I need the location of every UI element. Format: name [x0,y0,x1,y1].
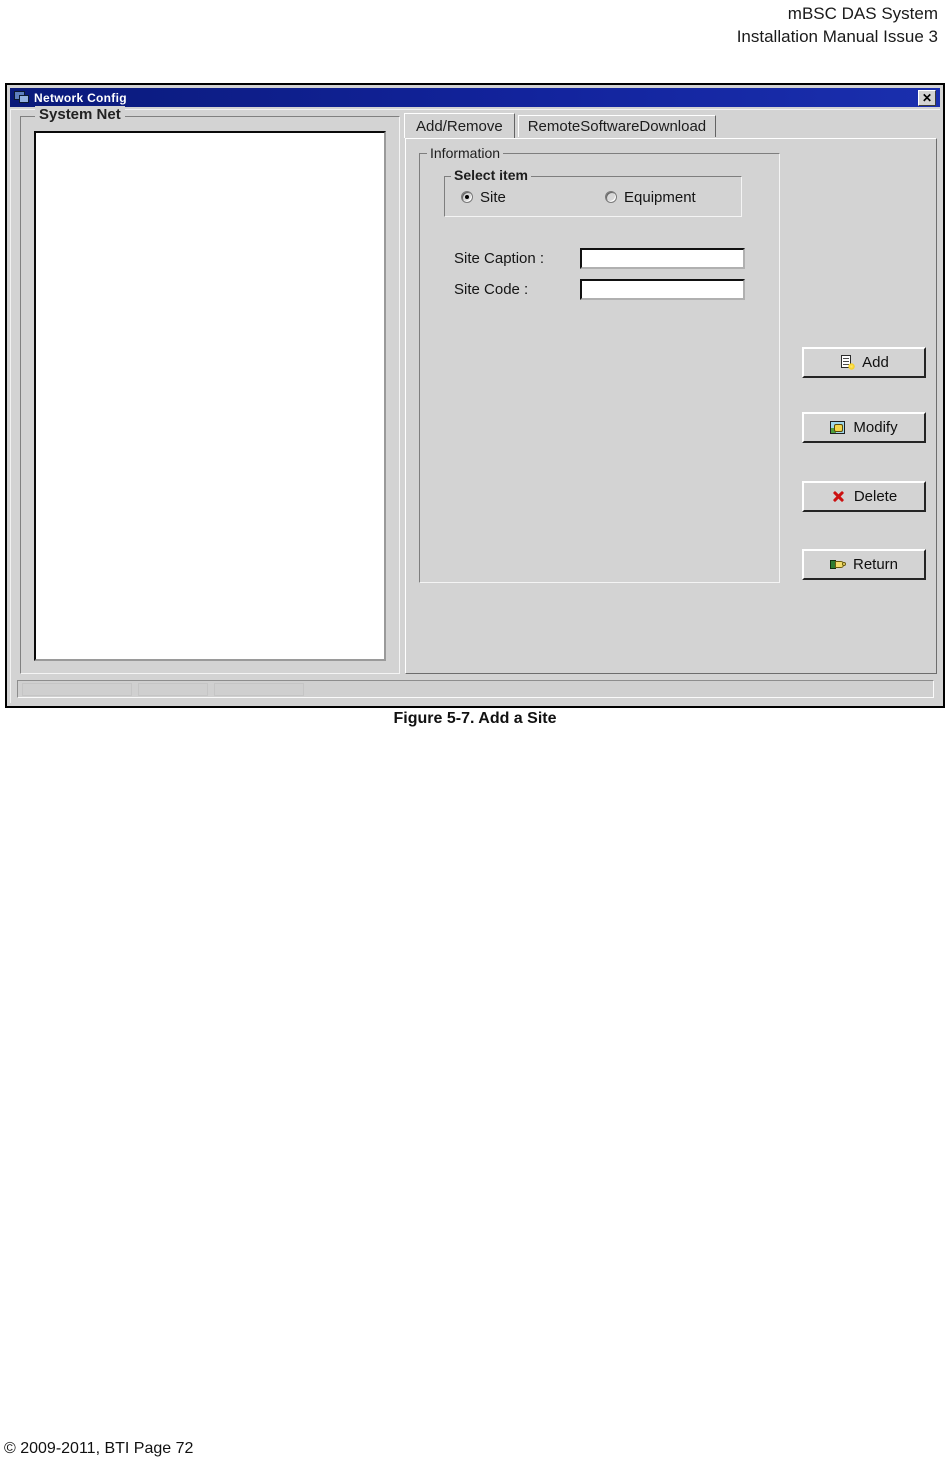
screenshot-figure: Network Config ✕ System Net Add/Remove R… [5,83,945,708]
tab-remote-software-download[interactable]: RemoteSoftwareDownload [517,115,717,137]
system-net-group-label: System Net [35,106,125,123]
tab-remote-software-download-label: RemoteSoftwareDownload [527,118,707,135]
status-bar-panel-2 [138,683,208,696]
field-site-code: Site Code : [454,279,764,301]
add-button-label: Add [862,354,889,371]
network-computers-icon [14,90,30,105]
new-document-icon [839,355,856,370]
status-bar [17,680,934,698]
radio-equipment-indicator [605,191,617,203]
radio-site-indicator [461,191,473,203]
tab-page-add-remove: Information Select item Site Equipment S… [405,138,937,674]
tab-strip: Add/Remove RemoteSoftwareDownload [404,113,717,138]
close-icon: ✕ [921,90,933,105]
radio-equipment-label: Equipment [624,188,696,206]
site-caption-input[interactable] [580,248,745,269]
window-titlebar[interactable]: Network Config ✕ [10,88,940,107]
modify-button[interactable]: Modify [802,412,926,443]
figure-caption: Figure 5-7. Add a Site [393,710,557,727]
close-button[interactable]: ✕ [918,89,936,106]
tab-add-remove-label: Add/Remove [416,117,503,135]
delete-button-label: Delete [853,488,898,505]
red-x-icon [831,489,847,504]
edit-pad-icon [830,420,846,435]
header-line-product: mBSC DAS System [787,4,938,23]
radio-site[interactable]: Site [461,187,506,207]
return-button[interactable]: Return [802,549,926,580]
add-button[interactable]: Add [802,347,926,378]
page-header: mBSC DAS System Installation Manual Issu… [0,0,950,48]
return-button-label: Return [852,556,899,573]
delete-button[interactable]: Delete [802,481,926,512]
network-config-window: Network Config ✕ System Net Add/Remove R… [7,85,943,706]
site-caption-label: Site Caption : [454,250,545,267]
information-group-label: Information [427,145,504,161]
tab-add-remove[interactable]: Add/Remove [404,113,515,138]
window-client-area: System Net Add/Remove RemoteSoftwareDown… [10,106,940,703]
information-group: Information Select item Site Equipment S… [419,145,780,583]
modify-button-label: Modify [853,419,898,436]
page-footer: © 2009-2011, BTI Page 72 [4,1440,194,1457]
select-item-radio-row: Site Equipment [445,187,741,209]
radio-equipment[interactable]: Equipment [605,187,696,207]
site-code-label: Site Code : [454,281,529,298]
status-bar-panel-1 [22,683,132,696]
select-item-group: Select item Site Equipment [444,167,742,217]
site-code-input[interactable] [580,279,745,300]
tab-control: Add/Remove RemoteSoftwareDownload Inform… [404,113,937,674]
field-site-caption: Site Caption : [454,248,764,270]
select-item-group-label: Select item [451,167,531,183]
radio-site-label: Site [480,188,506,206]
system-net-group: System Net [20,106,400,674]
pointing-hand-icon [829,557,846,572]
window-title: Network Config [34,90,127,105]
system-net-tree[interactable] [34,131,386,661]
status-bar-panel-3 [214,683,304,696]
header-line-manual: Installation Manual Issue 3 [736,27,938,46]
